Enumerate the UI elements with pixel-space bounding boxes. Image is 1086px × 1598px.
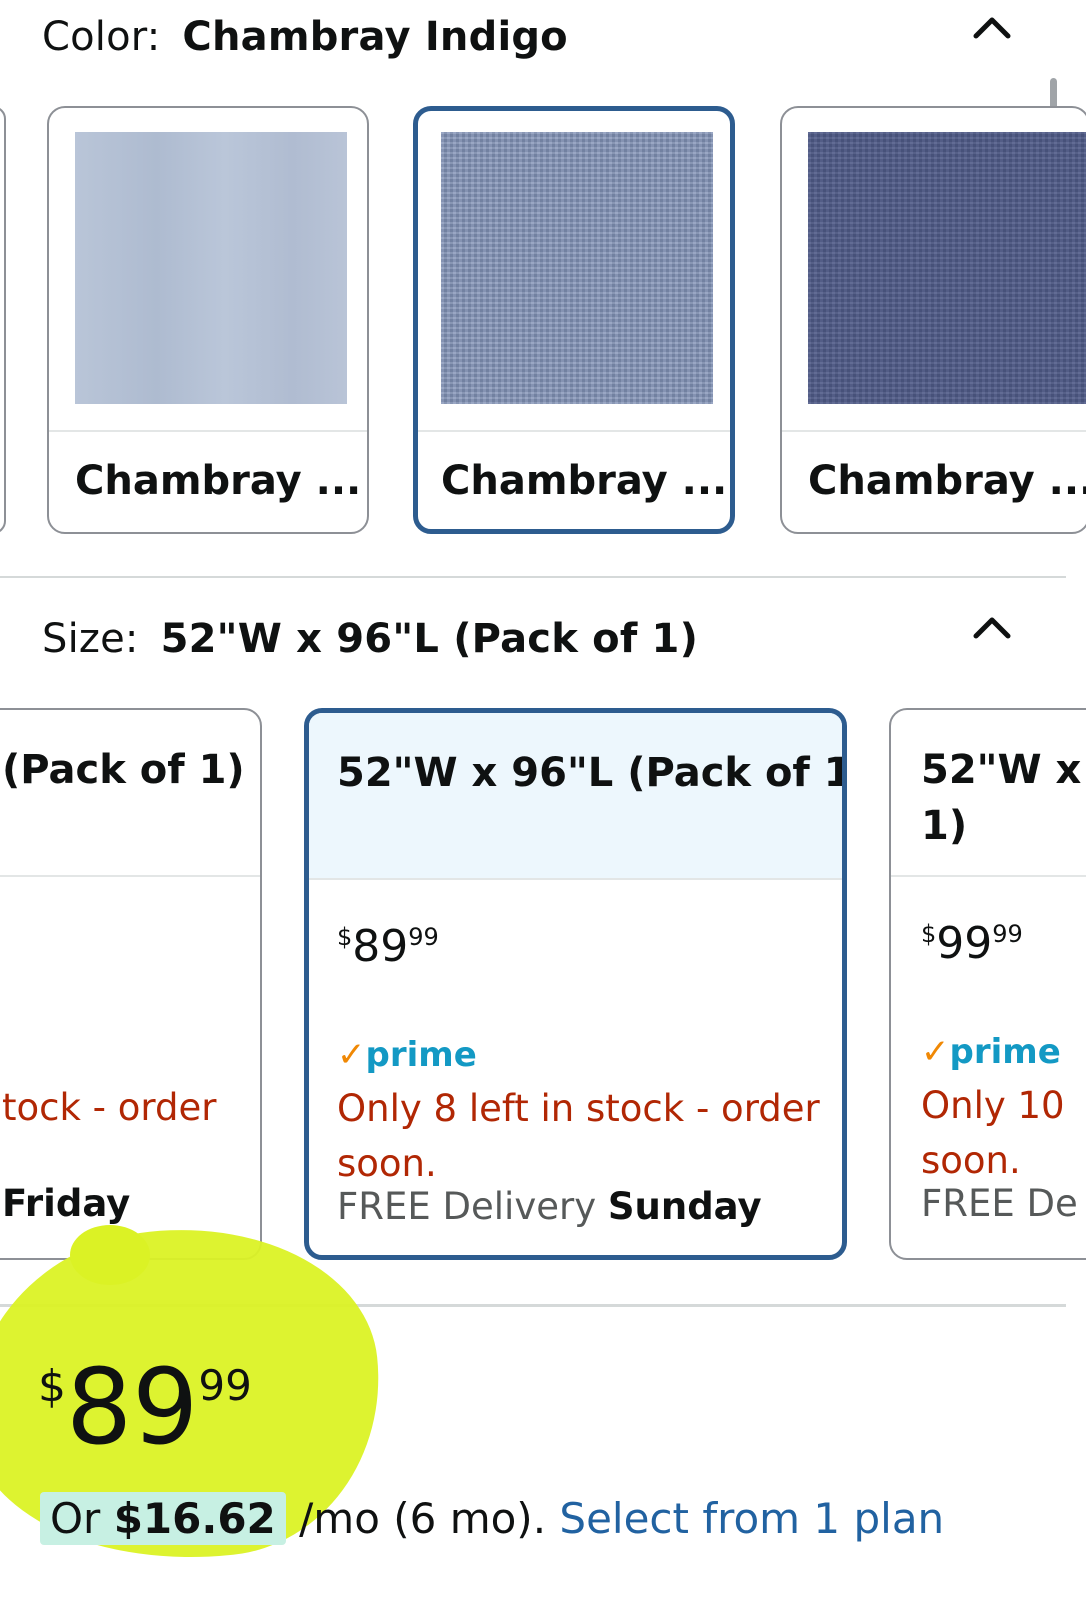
prime-badge-2: ✓prime	[337, 1035, 477, 1075]
collapse-size-chevron-up-icon[interactable]	[970, 612, 1014, 642]
size-option-title-3: 52"W x 1)	[921, 742, 1081, 854]
size-option-price-3: $9999	[921, 918, 1023, 969]
prime-label: prime	[949, 1032, 1061, 1072]
prime-check-icon: ✓	[921, 1032, 950, 1072]
divider	[782, 430, 1086, 432]
stock-message-3: Only 10 soon.	[921, 1078, 1065, 1188]
size-key: Size:	[42, 616, 139, 662]
color-option-label-1: Chambray ...	[75, 458, 362, 504]
title-line-1: 52"W x	[921, 747, 1082, 793]
highlighter-mark	[70, 1225, 150, 1285]
financing-term: /mo (6 mo).	[299, 1494, 547, 1543]
size-option-2-selected[interactable]: 52"W x 96"L (Pack of 1) $8999 ✓prime Onl…	[304, 708, 847, 1260]
size-row-label: Size: 52"W x 96"L (Pack of 1)	[42, 616, 698, 662]
color-swatch-2	[441, 132, 713, 404]
color-option-1[interactable]: Chambray ...	[47, 106, 369, 534]
title-line-2: 1)	[921, 803, 968, 849]
divider	[418, 430, 730, 432]
delivery-prefix: FREE Delivery	[337, 1185, 597, 1228]
divider	[49, 430, 367, 432]
size-option-title-1: (Pack of 1)	[2, 747, 245, 793]
delivery-info-1: Friday	[2, 1182, 130, 1225]
financing-prefix: Or	[50, 1494, 101, 1543]
delivery-day-2: Sunday	[607, 1185, 762, 1228]
size-option-title-2: 52"W x 96"L (Pack of 1)	[337, 750, 847, 796]
divider	[891, 875, 1086, 877]
divider	[0, 875, 260, 877]
delivery-info-3: FREE De	[921, 1182, 1078, 1225]
color-option-label-3: Chambray ...	[808, 458, 1086, 504]
stock-line-2: soon.	[337, 1142, 437, 1185]
select-plan-link[interactable]: Select from 1 plan	[559, 1494, 944, 1543]
buybox-price: $8999	[38, 1355, 252, 1459]
prime-label: prime	[365, 1035, 477, 1075]
color-key: Color:	[42, 14, 161, 60]
price-whole: 89	[352, 921, 409, 972]
prime-badge-3: ✓prime	[921, 1032, 1061, 1072]
color-option-3[interactable]: Chambray ...	[780, 106, 1086, 534]
price-whole: 89	[66, 1346, 199, 1468]
color-value: Chambray Indigo	[182, 14, 568, 60]
collapse-color-chevron-up-icon[interactable]	[970, 12, 1014, 42]
currency-symbol: $	[337, 923, 353, 951]
price-fraction: 99	[408, 923, 439, 951]
price-fraction: 99	[198, 1361, 252, 1410]
color-swatch-3	[808, 132, 1086, 404]
color-swatch-1	[75, 132, 347, 404]
size-value: 52"W x 96"L (Pack of 1)	[160, 616, 699, 662]
size-option-price-2: $8999	[337, 921, 439, 972]
currency-symbol: $	[38, 1361, 66, 1412]
stock-message-1: tock - order	[2, 1086, 217, 1129]
color-row-label: Color: Chambray Indigo	[42, 14, 568, 60]
color-option-label-2: Chambray ...	[441, 458, 728, 504]
size-option-3[interactable]: 52"W x 1) $9999 ✓prime Only 10 soon. FRE…	[889, 708, 1086, 1260]
section-divider	[0, 576, 1066, 578]
prime-check-icon: ✓	[337, 1035, 366, 1075]
monthly-amount: $16.62	[113, 1494, 276, 1543]
currency-symbol: $	[921, 920, 937, 948]
color-option-2-selected[interactable]: Chambray ...	[413, 106, 735, 534]
divider	[309, 878, 842, 880]
financing-line: Or $16.62 /mo (6 mo). Select from 1 plan	[40, 1492, 944, 1545]
stock-line-2: soon.	[921, 1139, 1021, 1182]
stock-line-1: Only 8 left in stock - order	[337, 1087, 820, 1130]
stock-message-2: Only 8 left in stock - order soon.	[337, 1081, 820, 1191]
color-option-partial[interactable]	[0, 106, 6, 534]
delivery-day-1: Friday	[2, 1182, 131, 1225]
size-option-1[interactable]: (Pack of 1) tock - order Friday	[0, 708, 262, 1260]
price-fraction: 99	[992, 920, 1023, 948]
stock-line-1: Only 10	[921, 1084, 1065, 1127]
monthly-payment: Or $16.62	[40, 1492, 286, 1545]
price-whole: 99	[936, 918, 993, 969]
delivery-info-2: FREE Delivery Sunday	[337, 1185, 762, 1228]
